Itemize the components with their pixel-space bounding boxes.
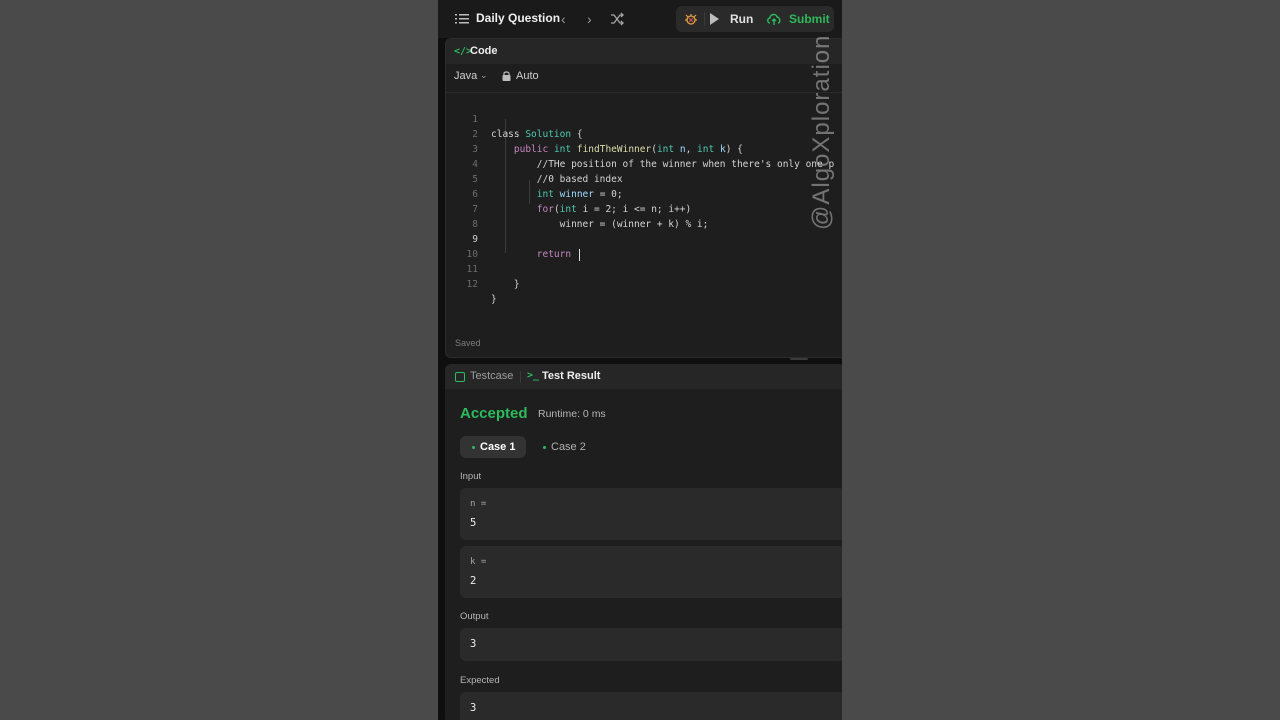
case-2-tab[interactable]: Case 2 (531, 436, 595, 458)
cloud-upload-icon[interactable] (766, 12, 782, 26)
case-1-tab[interactable]: Case 1 (460, 436, 526, 458)
input-n-box: n = 5 (460, 488, 842, 540)
pass-dot-icon (543, 446, 546, 449)
input-label: Input (460, 471, 482, 482)
divider (704, 12, 705, 26)
input-k-box: k = 2 (460, 546, 842, 598)
checkbox-icon (455, 372, 465, 382)
code-line: 6 for(int i = 2; i <= n; i++) (472, 189, 692, 215)
save-status: Saved (455, 338, 481, 348)
panel-resize-handle[interactable] (790, 358, 808, 360)
code-editor[interactable]: 1 class Solution { 2 public int findTheW… (446, 95, 842, 325)
tab-test-result[interactable]: Test Result (542, 370, 600, 382)
code-line: 12 } (466, 279, 497, 305)
problem-list-icon[interactable] (455, 12, 469, 26)
code-line: 3 //THe position of the winner when ther… (472, 144, 835, 170)
code-line: 5 int winner = 0; (472, 174, 623, 200)
lock-icon (502, 71, 511, 81)
tab-testcase[interactable]: Testcase (470, 370, 513, 382)
language-select[interactable]: Java (454, 70, 477, 82)
code-panel: </> Code Java ⌄ Auto 1 class Solution { … (445, 38, 842, 358)
output-label: Output (460, 611, 489, 622)
output-box: 3 (460, 628, 842, 661)
code-line-active: 9 return (446, 217, 842, 261)
run-button[interactable]: Run (730, 12, 753, 26)
verdict-status: Accepted (460, 405, 528, 422)
shuffle-icon[interactable] (610, 12, 624, 26)
code-tab-bar: </> Code (446, 39, 842, 64)
code-tab-title[interactable]: Code (470, 45, 498, 57)
code-line: 8 (472, 219, 478, 230)
chevron-right-icon[interactable]: › (587, 12, 599, 26)
play-icon[interactable] (710, 13, 719, 25)
watermark-text: @AlgoXploration (808, 34, 835, 230)
divider (520, 371, 521, 383)
test-result-panel: Testcase >_ Test Result Accepted Runtime… (445, 364, 842, 720)
leetcode-app: Daily Question ‹ › Run Submit </> Code J… (438, 0, 842, 720)
autosave-mode[interactable]: Auto (516, 70, 539, 82)
right-background (842, 0, 1280, 720)
left-background (0, 0, 438, 720)
code-line: 4 //0 based index (472, 159, 623, 185)
pass-dot-icon (472, 446, 475, 449)
code-line: 1 class Solution { (472, 114, 583, 140)
code-line: 11 } (466, 264, 520, 290)
expected-box: 3 (460, 692, 842, 720)
runtime-label: Runtime: 0 ms (538, 408, 606, 420)
code-line: 10 (466, 249, 478, 260)
top-bar: Daily Question ‹ › Run Submit (438, 0, 842, 38)
terminal-icon: >_ (527, 370, 540, 381)
code-line: 2 public int findTheWinner(int n, int k)… (472, 129, 743, 155)
result-tab-bar: Testcase >_ Test Result (445, 364, 842, 389)
debug-icon[interactable] (684, 12, 698, 26)
chevron-left-icon[interactable]: ‹ (561, 12, 573, 26)
expected-label: Expected (460, 675, 500, 686)
editor-toolbar: Java ⌄ Auto (446, 64, 842, 93)
problem-title[interactable]: Daily Question (476, 11, 560, 25)
chevron-down-icon[interactable]: ⌄ (480, 70, 488, 81)
code-line: 7 winner = (winner + k) % i; (472, 204, 709, 230)
